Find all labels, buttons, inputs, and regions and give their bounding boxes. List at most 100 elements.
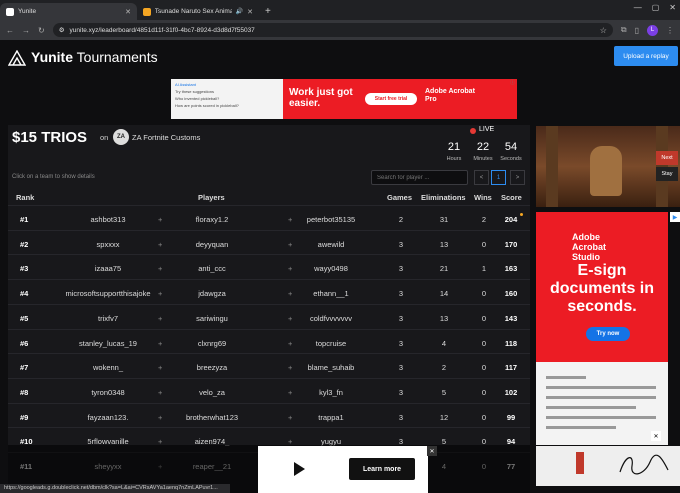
table-row[interactable] <box>8 254 530 279</box>
wins-cell: 0 <box>481 239 487 249</box>
rank-cell: #2 <box>20 239 29 249</box>
table-row[interactable] <box>8 303 530 329</box>
plus-separator: + <box>158 387 163 397</box>
player-search-input[interactable] <box>371 170 468 185</box>
header-eliminations: Eliminations <box>421 193 466 202</box>
doc-line <box>546 376 586 379</box>
plus-separator: + <box>158 412 163 422</box>
back-icon[interactable]: ← <box>6 26 14 35</box>
close-window-icon[interactable]: ✕ <box>669 3 676 12</box>
player-1-cell: trixfv7 <box>97 313 119 323</box>
table-row[interactable] <box>8 402 530 428</box>
extensions-icon[interactable]: ⧉ <box>621 25 627 35</box>
ad-panel-line: How are points scored in pickleball? <box>175 103 239 108</box>
bookmark-star-icon[interactable]: ☆ <box>600 26 607 35</box>
sidebar-icon[interactable]: ▯ <box>635 26 639 35</box>
plus-separator: + <box>158 215 163 224</box>
side-ad-brand: Adobe Acrobat Studio <box>572 232 607 262</box>
player-1-cell: stanley_lucas_19 <box>79 338 137 348</box>
brand-bold: Yunite <box>31 49 74 65</box>
adchoices-icon[interactable]: ▶ <box>670 212 680 222</box>
ad-trial-button[interactable]: Start free trial <box>365 93 417 105</box>
rank-cell: #1 <box>20 215 29 224</box>
player-1-cell: fayzaan123. <box>87 412 129 422</box>
speaker-icon[interactable]: 🔊 <box>236 8 243 15</box>
header-rank: Rank <box>16 193 35 202</box>
score-cell: 204 <box>504 215 518 224</box>
reload-icon[interactable]: ↻ <box>38 26 45 35</box>
pen-image <box>576 452 584 474</box>
timer-label: Hours <box>446 156 462 162</box>
thumbnail-figure <box>590 146 622 196</box>
top-banner-ad[interactable]: AI Assistant Try these suggestions Who i… <box>171 79 517 119</box>
profile-avatar[interactable]: L <box>647 24 658 36</box>
score-cell: 118 <box>504 338 518 348</box>
timer-value: 21 <box>447 141 461 153</box>
doc-line <box>546 426 616 429</box>
close-ad-icon[interactable]: ✕ <box>427 446 437 456</box>
top-score-dot-icon <box>520 213 523 216</box>
header-wins: Wins <box>474 193 492 202</box>
wins-cell: 0 <box>481 338 487 348</box>
yunite-logo-icon[interactable] <box>8 50 26 66</box>
close-ad-icon[interactable]: ✕ <box>651 431 661 441</box>
signature-ad-image[interactable] <box>536 446 680 486</box>
player-3-cell: trappa1 <box>318 412 344 422</box>
player-2-cell: velo_za <box>199 387 225 397</box>
menu-icon[interactable]: ⋮ <box>666 26 674 35</box>
table-row[interactable] <box>8 229 530 255</box>
timer-hours: 21 Hours <box>441 141 467 162</box>
page-number-button[interactable]: 1 <box>491 170 506 185</box>
header-score: Score <box>501 193 522 202</box>
tab-bar: Yunite ✕ Tsunade Naruto Sex Anima 🔊 ✕ + <box>0 0 680 20</box>
score-cell: 117 <box>504 363 518 373</box>
score-cell: 143 <box>504 313 518 323</box>
adchoices-icon[interactable]: ⓘ <box>510 79 515 86</box>
side-ad-try-button[interactable]: Try now <box>586 327 630 341</box>
table-row[interactable] <box>8 205 530 230</box>
plus-separator: + <box>158 338 163 348</box>
close-tab-icon[interactable]: ✕ <box>247 8 253 16</box>
side-banner-ad[interactable]: Adobe Acrobat Studio E-sign documents in… <box>536 212 668 445</box>
plus-separator: + <box>288 264 293 274</box>
tab-yunite[interactable]: Yunite ✕ <box>0 3 137 20</box>
close-tab-icon[interactable]: ✕ <box>125 8 131 16</box>
side-ad-document-image <box>536 362 668 445</box>
player-2-cell: sariwingu <box>196 313 228 323</box>
table-row[interactable] <box>8 353 530 378</box>
doc-line <box>546 406 636 409</box>
organizer-name[interactable]: ZA Fortnite Customs <box>132 133 200 142</box>
site-info-icon[interactable]: ⚙ <box>59 26 65 34</box>
site-brand[interactable]: Yunite Tournaments <box>31 49 158 65</box>
organizer-logo[interactable]: ZA <box>113 129 129 145</box>
eliminations-cell: 12 <box>439 412 449 422</box>
event-title: $15 TRIOS <box>12 129 88 146</box>
video-next-button[interactable]: Next <box>656 151 678 165</box>
eliminations-cell: 2 <box>441 363 447 373</box>
rank-cell: #9 <box>20 412 29 422</box>
table-row[interactable] <box>8 377 530 403</box>
maximize-icon[interactable]: ▢ <box>652 3 660 12</box>
prev-page-button[interactable]: < <box>474 170 489 185</box>
timer-label: Seconds <box>500 156 522 162</box>
eliminations-cell: 31 <box>439 215 449 224</box>
url-field[interactable]: ⚙ yunite.xyz/leaderboard/4851d11f-31f0-4… <box>52 23 613 37</box>
upload-replay-button[interactable]: Upload a replay <box>614 46 678 66</box>
games-cell: 3 <box>398 289 404 299</box>
tab-title: Tsunade Naruto Sex Anima <box>154 8 232 15</box>
tab-other[interactable]: Tsunade Naruto Sex Anima 🔊 ✕ <box>137 3 259 20</box>
forward-icon[interactable]: → <box>22 26 30 35</box>
games-cell: 3 <box>398 412 404 422</box>
brand-rest: Tournaments <box>76 49 158 65</box>
learn-more-button[interactable]: Learn more <box>349 458 415 480</box>
player-2-cell: jdawgza <box>198 289 226 299</box>
new-tab-icon[interactable]: + <box>259 6 277 17</box>
score-cell: 170 <box>504 239 518 249</box>
video-stay-button[interactable]: Stay <box>656 167 678 181</box>
games-cell: 3 <box>398 338 404 348</box>
doc-line <box>546 416 656 419</box>
play-icon[interactable] <box>294 462 305 476</box>
minimize-icon[interactable]: — <box>634 3 642 12</box>
next-page-button[interactable]: > <box>510 170 525 185</box>
plus-separator: + <box>288 363 293 373</box>
